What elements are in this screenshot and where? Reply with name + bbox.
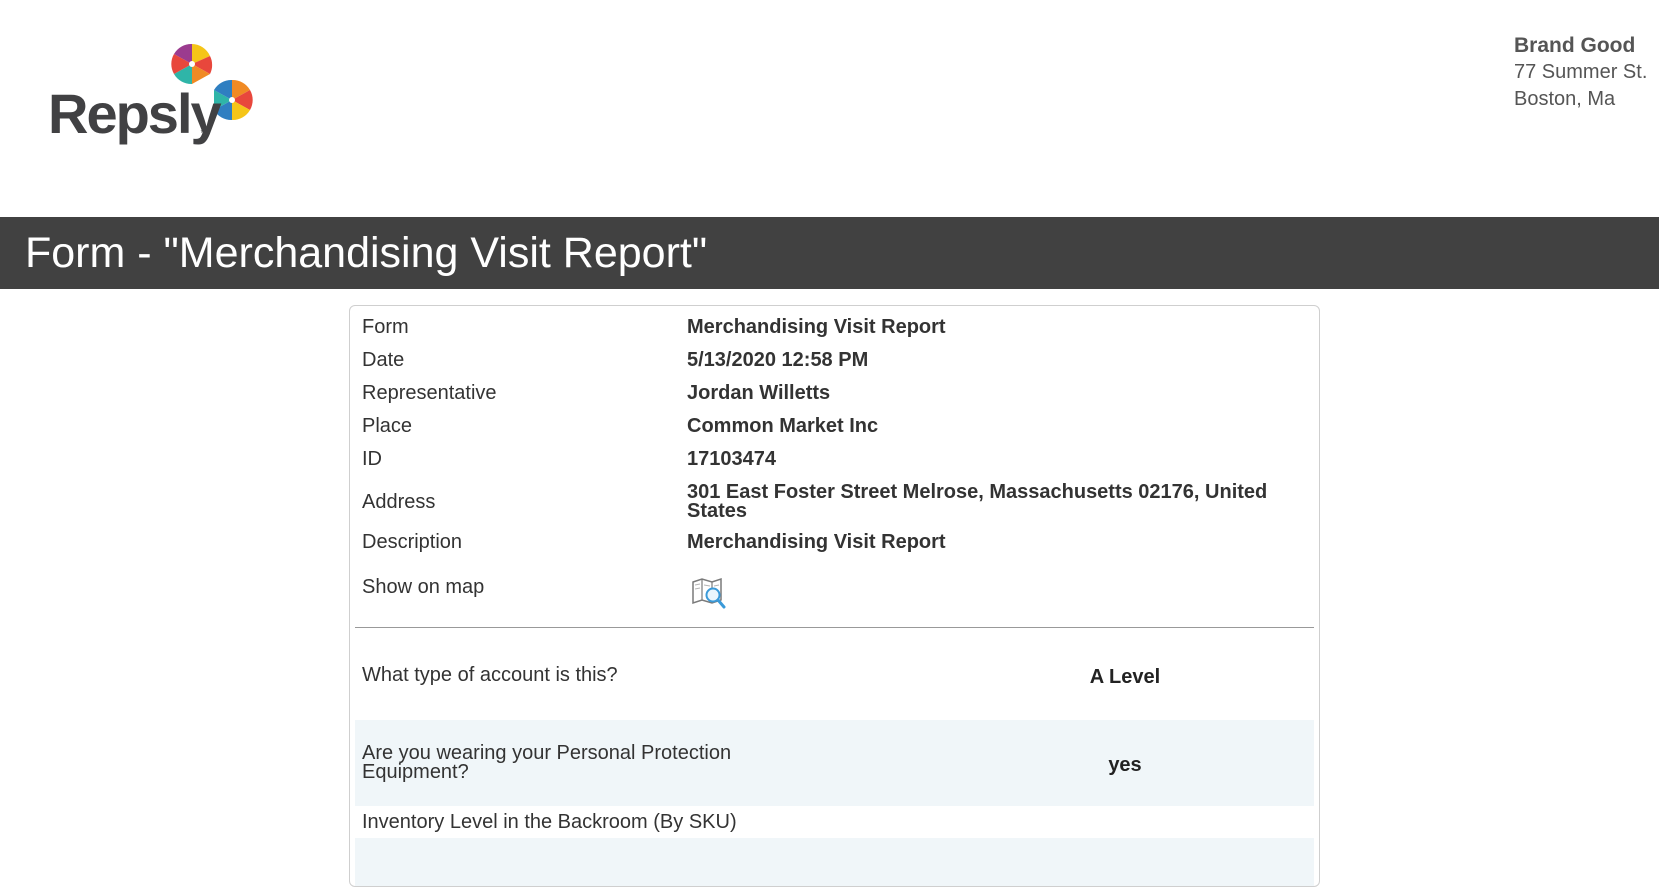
question-text: Are you wearing your Personal Protection… [362,742,732,783]
title-bar: Form - "Merchandising Visit Report" [0,217,1659,289]
detail-row-representative: Representative Jordan Willetts [362,378,1302,408]
detail-label: Description [362,531,463,553]
company-city: Boston, Ma [1514,88,1616,110]
detail-label: ID [362,448,382,470]
detail-label: Date [362,349,405,371]
detail-row-description: Description Merchandising Visit Report [362,527,1302,557]
detail-value: Merchandising Visit Report [687,531,946,553]
detail-row-id: ID 17103474 [362,444,1302,474]
detail-label: Address [362,491,436,513]
question-row-empty [355,838,1314,886]
detail-label: Show on map [362,576,485,598]
company-street: 77 Summer St. [1514,61,1648,83]
company-info: Brand Good 77 Summer St. Boston, Ma [1514,32,1647,113]
company-name: Brand Good [1514,34,1636,57]
question-text: Inventory Level in the Backroom (By SKU) [362,811,737,833]
map-search-icon[interactable] [690,576,728,610]
detail-label: Representative [362,382,497,404]
report-header: Repsly ™ Brand Good 77 Summer St. Boston… [0,0,1659,217]
detail-value: 5/13/2020 12:58 PM [687,349,869,371]
repsly-logo: Repsly ™ [48,38,258,150]
page-title: Form - "Merchandising Visit Report" [25,229,708,277]
detail-value: Jordan Willetts [687,382,831,404]
section-divider [355,627,1314,628]
detail-value: Merchandising Visit Report [687,316,946,338]
detail-value: 17103474 [687,448,776,470]
logo-wordmark: Repsly [48,82,222,145]
detail-label: Place [362,415,413,437]
form-card: Form Merchandising Visit Report Date 5/1… [349,305,1320,887]
question-text: What type of account is this? [362,664,618,686]
question-row: Inventory Level in the Backroom (By SKU) [355,806,1314,838]
detail-row-form: Form Merchandising Visit Report [362,312,1302,342]
detail-row-address: Address 301 East Foster Street Melrose, … [362,477,1302,523]
question-row: Are you wearing your Personal Protection… [355,720,1314,806]
answer-text: yes [1108,754,1142,776]
logo-trademark: ™ [200,130,207,137]
detail-row-place: Place Common Market Inc [362,411,1302,441]
detail-row-date: Date 5/13/2020 12:58 PM [362,345,1302,375]
question-row: What type of account is this? A Level [355,633,1314,717]
detail-value: 301 East Foster Street Melrose, Massachu… [687,481,1268,522]
answer-text: A Level [1089,666,1161,688]
detail-value: Common Market Inc [687,415,879,437]
detail-label: Form [362,316,409,338]
